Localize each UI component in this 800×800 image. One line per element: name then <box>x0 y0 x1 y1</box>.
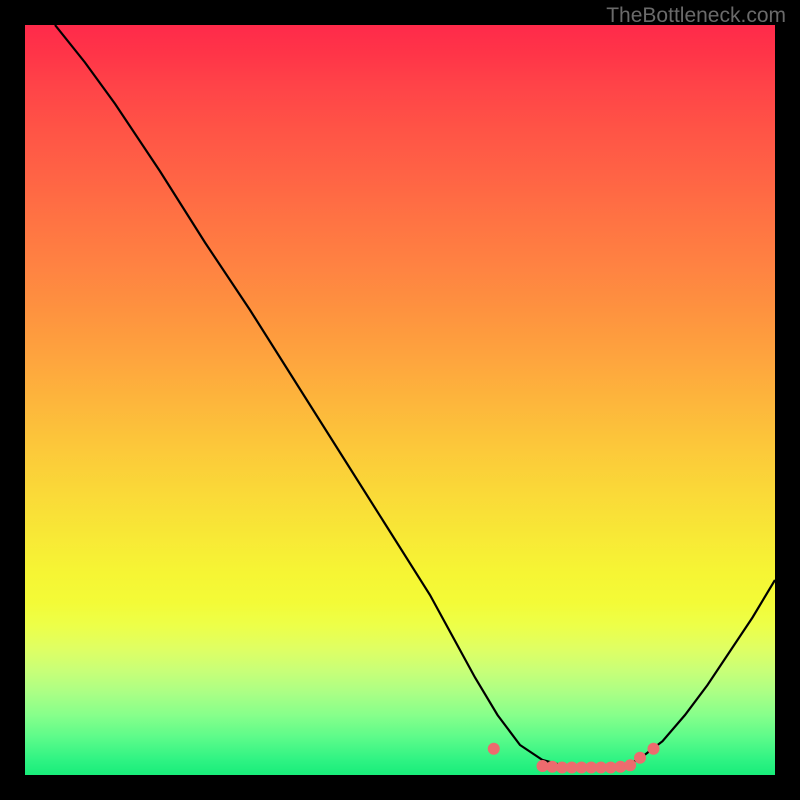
watermark-text: TheBottleneck.com <box>606 4 786 28</box>
curve-group <box>55 25 775 768</box>
bottleneck-curve <box>55 25 775 768</box>
optimal-dots-group <box>488 743 660 774</box>
optimal-dot <box>634 752 646 764</box>
optimal-dot <box>624 759 636 771</box>
optimal-dot <box>648 743 660 755</box>
chart-plot-area <box>25 25 775 775</box>
optimal-dot <box>488 743 500 755</box>
chart-svg <box>25 25 775 775</box>
